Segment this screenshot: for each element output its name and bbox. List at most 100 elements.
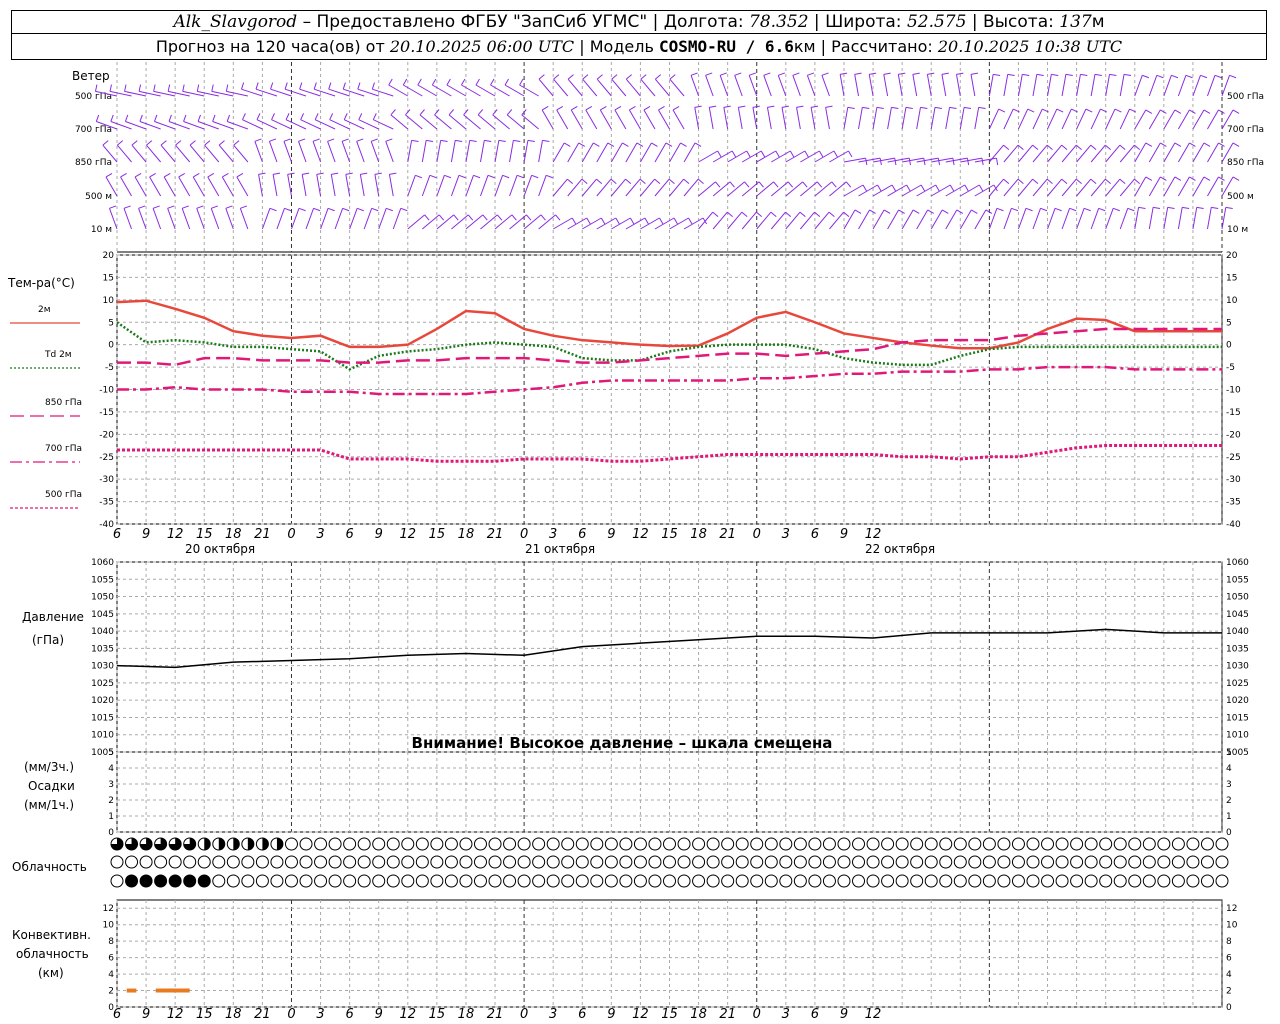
wind-barb xyxy=(210,208,220,230)
cloud-circle xyxy=(459,874,473,888)
cloud-circle xyxy=(1142,837,1156,851)
precip-title: Осадки xyxy=(28,779,75,793)
wind-barb xyxy=(138,208,147,230)
cloud-circle xyxy=(982,837,996,851)
wind-barb-flag xyxy=(1080,73,1088,77)
cloud-circle xyxy=(706,837,720,851)
wind-barb-flag xyxy=(586,217,591,225)
wind-barb xyxy=(316,174,322,197)
wind-barb xyxy=(378,208,387,230)
wind-barb-flag xyxy=(120,173,127,178)
wind-barb-flag xyxy=(956,72,964,75)
wind-barb-flag xyxy=(341,138,349,142)
conv-title-1: Конвективн. xyxy=(12,928,91,942)
wind-barb-flag xyxy=(802,181,808,188)
x-tick-label: 18 xyxy=(225,1007,242,1022)
wind-barb-flag xyxy=(440,139,448,143)
wind-barb-flag xyxy=(582,74,589,80)
wind-barb xyxy=(1061,108,1072,130)
wind-barb xyxy=(1105,208,1114,230)
press-ytick-left: 1010 xyxy=(91,731,114,741)
wind-barb-flag xyxy=(731,150,737,158)
wind-barb-flag xyxy=(540,214,546,221)
wind-barb-flag xyxy=(429,174,437,179)
wind-barb-flag xyxy=(109,205,117,209)
cloud-circle xyxy=(1171,855,1185,869)
temp-ytick-right: -25 xyxy=(1226,453,1241,463)
wind-barb xyxy=(970,74,976,97)
temp-ytick-left: -25 xyxy=(99,453,114,463)
wind-barb-flag xyxy=(431,78,437,86)
wind-barb-flag xyxy=(218,140,225,146)
wind-barb xyxy=(341,141,351,163)
wind-barb-flag xyxy=(644,217,649,225)
wind-barb xyxy=(1032,208,1041,230)
wind-barb xyxy=(405,114,423,130)
x-tick-label: 6 xyxy=(345,527,353,542)
wind-barb-flag xyxy=(1127,207,1135,212)
cloud-circle xyxy=(154,855,168,869)
wind-barb xyxy=(417,84,438,97)
press-ytick-right: 1060 xyxy=(1226,558,1249,568)
wind-barb-flag xyxy=(996,207,1004,212)
cloud-fill xyxy=(262,838,269,850)
cloud-circle xyxy=(110,855,124,869)
wind-barb-flag xyxy=(585,106,593,111)
press-ytick-left: 1060 xyxy=(91,558,114,568)
wind-barb xyxy=(719,75,729,97)
wind-barb xyxy=(727,181,745,197)
meteogram: 20 2015 1510 105 50 0-5 -5-10 -10-15 -15-20 -20-2… xyxy=(7,62,1264,1022)
wind-barb-flag xyxy=(729,181,735,188)
wind-barb-flag xyxy=(920,184,926,192)
cloud-fill xyxy=(125,875,138,887)
wind-barb xyxy=(479,140,485,163)
cloud-circle xyxy=(459,837,473,851)
wind-barb-flag xyxy=(796,105,804,108)
cloud-circle xyxy=(997,837,1011,851)
wind-barb-flag xyxy=(767,105,775,108)
wind-barb xyxy=(291,208,300,230)
wind-barb-flag xyxy=(345,172,353,175)
wind-barb-flag xyxy=(869,209,876,214)
wind-barb-flag xyxy=(139,114,143,122)
wind-barb-flag xyxy=(680,142,687,147)
cloud-circle xyxy=(910,855,924,869)
wind-barb-flag xyxy=(1051,73,1059,77)
x-tick-label: 0 xyxy=(287,1007,295,1022)
wind-barb-flag xyxy=(891,106,899,110)
wind-barb xyxy=(792,75,801,97)
wind-barb-flag xyxy=(469,139,477,143)
date-label: 20 октября xyxy=(185,542,255,556)
wind-barb-flag xyxy=(211,205,219,209)
x-tick-label: 6 xyxy=(345,1007,353,1022)
cloud-circle xyxy=(837,837,851,851)
wind-barb-flag xyxy=(372,113,377,120)
wind-barb xyxy=(160,144,176,163)
wind-barb-flag xyxy=(498,139,506,143)
cloud-circle xyxy=(357,874,371,888)
cloud-circle xyxy=(575,874,589,888)
wind-barb xyxy=(1003,74,1009,97)
temp-ytick-left: -20 xyxy=(99,430,114,440)
wind-barb-flag xyxy=(1196,206,1204,210)
wind-barb-flag xyxy=(993,73,1001,77)
wind-barb xyxy=(1148,207,1154,230)
cloud-circle xyxy=(1157,874,1171,888)
wind-barb xyxy=(596,217,617,230)
wind-barb xyxy=(334,208,344,230)
cloud-fill xyxy=(169,875,182,887)
wind-barb xyxy=(785,181,803,197)
x-tick-label: 18 xyxy=(690,1007,707,1022)
cloud-circle xyxy=(401,874,415,888)
wind-barb-flag xyxy=(1022,73,1030,77)
wind-barb-flag xyxy=(389,172,397,175)
wind-barb-flag xyxy=(284,82,288,90)
cloud-circle xyxy=(255,855,269,869)
wind-barb-flag xyxy=(833,150,838,158)
wind-barb xyxy=(810,107,816,130)
wind-barb xyxy=(814,150,835,163)
wind-barb-flag xyxy=(331,172,339,175)
wind-barb-flag xyxy=(1027,108,1035,113)
wind-barb xyxy=(305,208,315,230)
cloud-circle xyxy=(910,874,924,888)
